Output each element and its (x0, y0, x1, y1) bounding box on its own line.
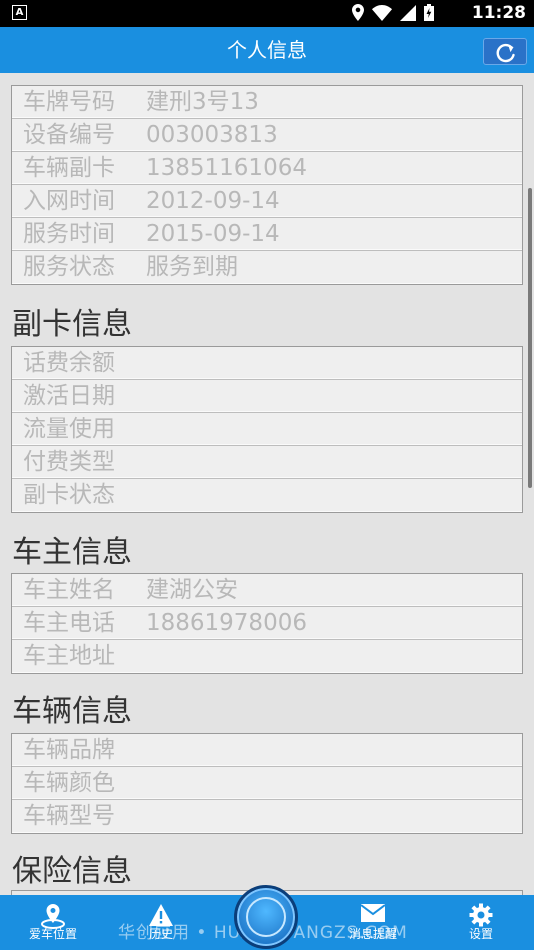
row-label: 车牌号码 (23, 89, 115, 115)
row-value: 建刑3号13 (146, 89, 259, 115)
wifi-icon (372, 4, 392, 21)
sim-card-info-box: 话费余额 激活日期 流量使用 付费类型 副卡状态 (11, 346, 523, 513)
row-value: 003003813 (146, 122, 278, 148)
info-row[interactable]: 车辆品牌 (12, 734, 522, 767)
clock: 11:28 (471, 3, 526, 23)
row-value: 建湖公安 (146, 577, 238, 603)
row-value: 2015-09-14 (146, 221, 280, 247)
info-row[interactable]: 设备编号 003003813 (12, 119, 522, 152)
row-label: 话费余额 (23, 350, 115, 376)
info-row[interactable]: 副卡状态 (12, 479, 522, 512)
row-label: 入网时间 (23, 188, 115, 214)
refresh-icon (496, 43, 515, 63)
page-title: 个人信息 (227, 38, 307, 62)
info-row[interactable]: 车辆副卡 13851161064 (12, 152, 522, 185)
row-label: 服务时间 (23, 221, 115, 247)
gear-icon (469, 903, 493, 927)
info-row[interactable]: 车主地址 (12, 640, 522, 673)
center-logo-icon (246, 897, 286, 937)
info-row[interactable]: 车主电话 18861978006 (12, 607, 522, 640)
notification-icon: A (12, 5, 27, 20)
info-row[interactable]: 入网时间 2012-09-14 (12, 185, 522, 218)
info-row[interactable]: 车辆颜色 (12, 767, 522, 800)
tab-car-location[interactable]: 爱车位置 (14, 895, 92, 950)
row-value: 13851161064 (146, 155, 307, 181)
section-heading-vehicle: 车辆信息 (12, 694, 132, 729)
row-value: 服务到期 (146, 254, 238, 280)
tab-settings[interactable]: 设置 (442, 895, 520, 950)
tab-label: 爱车位置 (28, 927, 77, 941)
row-label: 车辆型号 (23, 803, 115, 829)
info-row[interactable]: 激活日期 (12, 380, 522, 413)
row-label: 激活日期 (23, 383, 115, 409)
row-label: 流量使用 (23, 416, 115, 442)
status-bar: A 11:28 (0, 0, 534, 27)
info-row[interactable]: 车主姓名 建湖公安 (12, 574, 522, 607)
profile-content[interactable]: 车牌号码 建刑3号13 设备编号 003003813 车辆副卡 13851161064… (0, 73, 534, 895)
row-value: 2012-09-14 (146, 188, 280, 214)
center-home-button[interactable] (234, 885, 298, 949)
info-row[interactable]: 话费余额 (12, 347, 522, 380)
tab-label: 设置 (468, 927, 493, 941)
info-row[interactable]: 付费类型 (12, 446, 522, 479)
refresh-button[interactable] (483, 38, 527, 65)
row-label: 车辆副卡 (23, 155, 115, 181)
row-label: 车辆颜色 (23, 770, 115, 796)
row-label: 服务状态 (23, 254, 115, 280)
app-bar: 个人信息 (0, 27, 534, 73)
row-label: 车主姓名 (23, 577, 115, 603)
row-label: 车主电话 (23, 610, 115, 636)
section-heading-sim-card: 副卡信息 (12, 307, 132, 342)
battery-icon (424, 4, 434, 21)
info-row[interactable]: 流量使用 (12, 413, 522, 446)
scrollbar[interactable] (528, 188, 532, 488)
row-label: 车辆品牌 (23, 737, 115, 763)
device-info-box: 车牌号码 建刑3号13 设备编号 003003813 车辆副卡 13851161064… (11, 85, 523, 285)
signal-icon (400, 4, 416, 21)
row-label: 车主地址 (23, 643, 115, 669)
info-row[interactable]: 车辆型号 (12, 800, 522, 833)
info-row[interactable]: 车牌号码 建刑3号13 (12, 86, 522, 119)
vehicle-info-box: 车辆品牌 车辆颜色 车辆型号 (11, 733, 523, 834)
info-row[interactable]: 服务时间 2015-09-14 (12, 218, 522, 251)
row-label: 副卡状态 (23, 482, 115, 508)
info-row[interactable]: 服务状态 服务到期 (12, 251, 522, 284)
section-heading-owner: 车主信息 (12, 535, 132, 570)
location-icon (352, 4, 364, 21)
row-value: 18861978006 (146, 610, 307, 636)
owner-info-box: 车主姓名 建湖公安 车主电话 18861978006 车主地址 (11, 573, 523, 674)
row-label: 设备编号 (23, 122, 115, 148)
row-label: 付费类型 (23, 449, 115, 475)
section-heading-insurance: 保险信息 (12, 854, 132, 889)
